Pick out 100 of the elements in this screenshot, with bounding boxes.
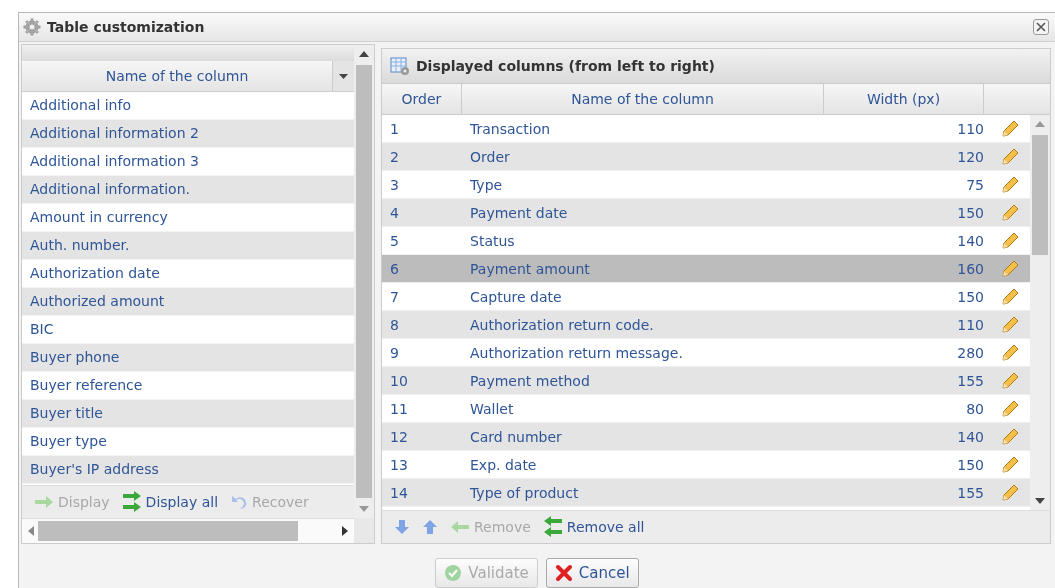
column-name-cell-text: Exp. date [469,456,538,473]
order-cell-text: 12 [389,428,409,445]
display-all-button[interactable]: Display all [117,491,223,513]
pencil-icon[interactable] [1000,174,1020,195]
scroll-right-icon[interactable] [342,526,348,536]
pencil-icon[interactable] [1000,118,1020,139]
scroll-left-icon[interactable] [28,526,34,536]
double-left-arrow-icon [542,516,563,538]
column-name-cell-text: Transaction [469,120,552,137]
width-cell-text: 155 [956,372,985,389]
width-cell-text: 110 [956,316,985,333]
caret-icon [339,73,348,79]
pencil-icon[interactable] [1000,146,1020,167]
table-row[interactable]: 10 Payment method 155 [382,367,1030,395]
undo-arrow-icon [230,494,249,510]
width-cell-text: 80 [965,400,985,417]
order-cell-text: 14 [389,484,409,501]
window-title: Table customization [47,19,206,35]
column-name-cell-text: Authorization return message. [469,344,684,361]
order-cell-text: 4 [389,204,400,221]
width-cell-text: 150 [956,204,985,221]
table-row[interactable]: 12 Card number 140 [382,423,1030,451]
width-cell-text: 140 [956,232,985,249]
column-header[interactable]: Name of the column [462,84,824,115]
right-arrow-icon [34,495,54,509]
table-row[interactable]: 4 Payment date 150 [382,199,1030,227]
left-arrow-icon [450,520,470,534]
order-cell-text: 5 [389,232,400,249]
double-right-arrow-icon [121,491,142,513]
pencil-icon[interactable] [1000,202,1020,223]
column-name-cell-text: Card number [469,428,563,445]
order-cell-text: 6 [389,260,400,277]
up-arrow-icon[interactable] [422,519,438,535]
cancel-button[interactable]: Cancel [545,558,639,588]
down-arrow-icon[interactable] [394,519,410,535]
pencil-icon[interactable] [1000,314,1020,335]
pencil-icon[interactable] [1000,230,1020,251]
cross-icon [554,564,573,582]
width-cell-text: 150 [956,456,985,473]
column-name-cell-text: Payment date [469,204,569,221]
order-cell-text: 2 [389,148,400,165]
order-cell-text: 11 [389,400,409,417]
column-header[interactable]: Order [382,84,462,115]
order-cell-text: 3 [389,176,400,193]
pencil-icon[interactable] [1000,454,1020,475]
remove-all-button[interactable]: Remove all [538,516,649,538]
vertical-scrollbar[interactable] [1030,115,1050,510]
table-row[interactable]: 6 Payment amount 160 [382,255,1030,283]
table-settings-icon [390,56,410,76]
list-item[interactable]: Additional information. [22,176,354,204]
column-name-cell-text: Authorization return code. [469,316,655,333]
table-row[interactable]: 8 Authorization return code. 110 [382,311,1030,339]
column-name-cell-text: Wallet [469,400,515,417]
width-cell-text: 120 [956,148,985,165]
column-name-cell-text: Order [469,148,511,165]
list-item[interactable]: Buyer phone [22,344,354,372]
order-cell-text: 10 [389,372,409,389]
pencil-icon[interactable] [1000,342,1020,363]
list-item[interactable]: Additional information 2 [22,120,354,148]
scrollbar-thumb[interactable] [1032,135,1048,255]
pencil-icon[interactable] [1000,426,1020,447]
horizontal-scrollbar[interactable] [22,518,354,543]
width-cell-text: 155 [956,484,985,501]
list-item[interactable]: Buyer's IP address [22,456,354,484]
column-name-cell-text: Capture date [469,288,563,305]
width-cell-text: 140 [956,428,985,445]
column-name-cell-text: Payment amount [469,260,591,277]
scroll-down-icon[interactable] [1035,498,1045,504]
width-cell-text: 160 [956,260,985,277]
panel-title: Displayed columns (from left to right) [416,58,715,74]
pencil-icon[interactable] [1000,286,1020,307]
column-header-label: Name of the column [104,68,250,84]
width-cell-text: 150 [956,288,985,305]
check-circle-icon [444,564,463,582]
table-row[interactable]: 14 Type of product 155 [382,479,1030,507]
gear-icon [23,18,41,36]
scroll-up-icon[interactable] [359,51,369,57]
pencil-icon[interactable] [1000,398,1020,419]
list-item[interactable]: Buyer title [22,400,354,428]
scrollbar-thumb[interactable] [38,521,298,541]
pencil-icon[interactable] [1000,370,1020,391]
table-row[interactable]: 2 Order 120 [382,143,1030,171]
vertical-scrollbar[interactable] [354,45,374,518]
order-cell-text: 13 [389,456,409,473]
pencil-icon[interactable] [1000,482,1020,503]
pencil-icon[interactable] [1000,258,1020,279]
order-cell-text: 9 [389,344,400,361]
width-cell-text: 110 [956,120,985,137]
column-name-cell-text: Type of product [469,484,580,501]
dropdown-button[interactable] [332,61,354,91]
order-cell-text: 1 [389,120,400,137]
column-header[interactable]: Width (px) [824,84,984,115]
column-name-cell-text: Type [469,176,504,193]
close-button[interactable] [1033,19,1049,35]
list-item[interactable]: Authorized amount [22,288,354,316]
list-item[interactable]: Auth. number. [22,232,354,260]
scrollbar-thumb[interactable] [356,65,372,498]
width-cell-text: 280 [956,344,985,361]
column-name-cell-text: Status [469,232,516,249]
order-cell-text: 8 [389,316,400,333]
